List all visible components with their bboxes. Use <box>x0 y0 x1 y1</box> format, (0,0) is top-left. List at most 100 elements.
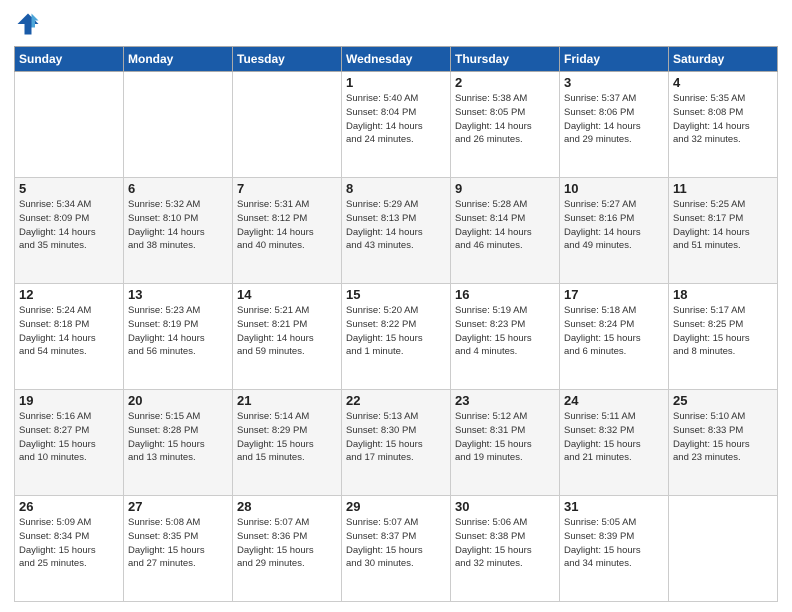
day-cell: 26Sunrise: 5:09 AM Sunset: 8:34 PM Dayli… <box>15 496 124 602</box>
weekday-header-row: SundayMondayTuesdayWednesdayThursdayFrid… <box>15 47 778 72</box>
week-row-4: 19 Sunrise: 5:16 AM Sunset: 8:27 PM Dayli… <box>15 390 778 496</box>
day-number: 26 <box>19 499 119 514</box>
day-number: 7 <box>237 181 337 196</box>
day-number: 19 <box>19 393 119 408</box>
week-row-5: 26Sunrise: 5:09 AM Sunset: 8:34 PM Dayli… <box>15 496 778 602</box>
day-info: Sunrise: 5:06 AM Sunset: 8:38 PM Dayligh… <box>455 516 555 571</box>
logo-icon <box>14 10 42 38</box>
day-info: Sunrise: 5:16 AM Sunset: 8:27 PM Dayligh… <box>19 410 119 465</box>
day-info: Sunrise: 5:17 AM Sunset: 8:25 PM Dayligh… <box>673 304 773 359</box>
day-number: 8 <box>346 181 446 196</box>
day-info: Sunrise: 5:12 AM Sunset: 8:31 PM Dayligh… <box>455 410 555 465</box>
day-number: 1 <box>346 75 446 90</box>
day-cell: 17 Sunrise: 5:18 AM Sunset: 8:24 PM Dayli… <box>560 284 669 390</box>
day-cell: 28 Sunrise: 5:07 AM Sunset: 8:36 PM Dayli… <box>233 496 342 602</box>
day-cell <box>15 72 124 178</box>
day-info: Sunrise: 5:18 AM Sunset: 8:24 PM Dayligh… <box>564 304 664 359</box>
day-cell: 13 Sunrise: 5:23 AM Sunset: 8:19 PM Dayli… <box>124 284 233 390</box>
day-cell: 18Sunrise: 5:17 AM Sunset: 8:25 PM Dayli… <box>669 284 778 390</box>
day-cell: 14 Sunrise: 5:21 AM Sunset: 8:21 PM Dayli… <box>233 284 342 390</box>
day-cell: 3 Sunrise: 5:37 AM Sunset: 8:06 PM Daylig… <box>560 72 669 178</box>
day-cell: 19 Sunrise: 5:16 AM Sunset: 8:27 PM Dayli… <box>15 390 124 496</box>
day-cell: 2Sunrise: 5:38 AM Sunset: 8:05 PM Daylig… <box>451 72 560 178</box>
week-row-1: 1 Sunrise: 5:40 AM Sunset: 8:04 PM Daylig… <box>15 72 778 178</box>
day-info: Sunrise: 5:37 AM Sunset: 8:06 PM Dayligh… <box>564 92 664 147</box>
day-number: 3 <box>564 75 664 90</box>
day-number: 13 <box>128 287 228 302</box>
day-cell: 21 Sunrise: 5:14 AM Sunset: 8:29 PM Dayli… <box>233 390 342 496</box>
day-number: 5 <box>19 181 119 196</box>
day-info: Sunrise: 5:21 AM Sunset: 8:21 PM Dayligh… <box>237 304 337 359</box>
day-info: Sunrise: 5:07 AM Sunset: 8:37 PM Dayligh… <box>346 516 446 571</box>
day-number: 11 <box>673 181 773 196</box>
day-info: Sunrise: 5:31 AM Sunset: 8:12 PM Dayligh… <box>237 198 337 253</box>
day-number: 28 <box>237 499 337 514</box>
day-number: 15 <box>346 287 446 302</box>
day-info: Sunrise: 5:38 AM Sunset: 8:05 PM Dayligh… <box>455 92 555 147</box>
day-number: 20 <box>128 393 228 408</box>
day-info: Sunrise: 5:24 AM Sunset: 8:18 PM Dayligh… <box>19 304 119 359</box>
day-info: Sunrise: 5:13 AM Sunset: 8:30 PM Dayligh… <box>346 410 446 465</box>
header <box>14 10 778 38</box>
day-number: 27 <box>128 499 228 514</box>
weekday-header-sunday: Sunday <box>15 47 124 72</box>
day-cell: 4 Sunrise: 5:35 AM Sunset: 8:08 PM Daylig… <box>669 72 778 178</box>
day-number: 10 <box>564 181 664 196</box>
day-cell: 23 Sunrise: 5:12 AM Sunset: 8:31 PM Dayli… <box>451 390 560 496</box>
day-info: Sunrise: 5:25 AM Sunset: 8:17 PM Dayligh… <box>673 198 773 253</box>
day-number: 16 <box>455 287 555 302</box>
day-info: Sunrise: 5:35 AM Sunset: 8:08 PM Dayligh… <box>673 92 773 147</box>
day-number: 14 <box>237 287 337 302</box>
week-row-2: 5 Sunrise: 5:34 AM Sunset: 8:09 PM Daylig… <box>15 178 778 284</box>
day-info: Sunrise: 5:27 AM Sunset: 8:16 PM Dayligh… <box>564 198 664 253</box>
weekday-header-thursday: Thursday <box>451 47 560 72</box>
day-cell: 9Sunrise: 5:28 AM Sunset: 8:14 PM Daylig… <box>451 178 560 284</box>
day-info: Sunrise: 5:14 AM Sunset: 8:29 PM Dayligh… <box>237 410 337 465</box>
day-info: Sunrise: 5:15 AM Sunset: 8:28 PM Dayligh… <box>128 410 228 465</box>
day-cell: 5 Sunrise: 5:34 AM Sunset: 8:09 PM Daylig… <box>15 178 124 284</box>
day-info: Sunrise: 5:23 AM Sunset: 8:19 PM Dayligh… <box>128 304 228 359</box>
day-info: Sunrise: 5:07 AM Sunset: 8:36 PM Dayligh… <box>237 516 337 571</box>
weekday-header-saturday: Saturday <box>669 47 778 72</box>
day-cell: 30Sunrise: 5:06 AM Sunset: 8:38 PM Dayli… <box>451 496 560 602</box>
day-info: Sunrise: 5:19 AM Sunset: 8:23 PM Dayligh… <box>455 304 555 359</box>
weekday-header-wednesday: Wednesday <box>342 47 451 72</box>
day-cell: 29Sunrise: 5:07 AM Sunset: 8:37 PM Dayli… <box>342 496 451 602</box>
day-cell: 1 Sunrise: 5:40 AM Sunset: 8:04 PM Daylig… <box>342 72 451 178</box>
day-info: Sunrise: 5:11 AM Sunset: 8:32 PM Dayligh… <box>564 410 664 465</box>
day-number: 21 <box>237 393 337 408</box>
page: SundayMondayTuesdayWednesdayThursdayFrid… <box>0 0 792 612</box>
day-info: Sunrise: 5:08 AM Sunset: 8:35 PM Dayligh… <box>128 516 228 571</box>
day-number: 25 <box>673 393 773 408</box>
calendar: SundayMondayTuesdayWednesdayThursdayFrid… <box>14 46 778 602</box>
day-info: Sunrise: 5:34 AM Sunset: 8:09 PM Dayligh… <box>19 198 119 253</box>
day-number: 31 <box>564 499 664 514</box>
day-number: 12 <box>19 287 119 302</box>
logo <box>14 10 46 38</box>
day-cell: 12 Sunrise: 5:24 AM Sunset: 8:18 PM Dayli… <box>15 284 124 390</box>
day-number: 6 <box>128 181 228 196</box>
day-number: 23 <box>455 393 555 408</box>
day-info: Sunrise: 5:29 AM Sunset: 8:13 PM Dayligh… <box>346 198 446 253</box>
day-cell: 22 Sunrise: 5:13 AM Sunset: 8:30 PM Dayli… <box>342 390 451 496</box>
day-cell: 20 Sunrise: 5:15 AM Sunset: 8:28 PM Dayli… <box>124 390 233 496</box>
weekday-header-monday: Monday <box>124 47 233 72</box>
day-cell: 15 Sunrise: 5:20 AM Sunset: 8:22 PM Dayli… <box>342 284 451 390</box>
day-cell: 7 Sunrise: 5:31 AM Sunset: 8:12 PM Daylig… <box>233 178 342 284</box>
day-cell: 27 Sunrise: 5:08 AM Sunset: 8:35 PM Dayli… <box>124 496 233 602</box>
day-number: 22 <box>346 393 446 408</box>
day-number: 4 <box>673 75 773 90</box>
weekday-header-friday: Friday <box>560 47 669 72</box>
day-info: Sunrise: 5:40 AM Sunset: 8:04 PM Dayligh… <box>346 92 446 147</box>
day-cell: 25Sunrise: 5:10 AM Sunset: 8:33 PM Dayli… <box>669 390 778 496</box>
day-cell <box>669 496 778 602</box>
day-cell: 11 Sunrise: 5:25 AM Sunset: 8:17 PM Dayli… <box>669 178 778 284</box>
day-cell: 24 Sunrise: 5:11 AM Sunset: 8:32 PM Dayli… <box>560 390 669 496</box>
day-cell <box>124 72 233 178</box>
day-info: Sunrise: 5:20 AM Sunset: 8:22 PM Dayligh… <box>346 304 446 359</box>
day-number: 17 <box>564 287 664 302</box>
day-cell: 16 Sunrise: 5:19 AM Sunset: 8:23 PM Dayli… <box>451 284 560 390</box>
day-number: 24 <box>564 393 664 408</box>
day-cell: 31 Sunrise: 5:05 AM Sunset: 8:39 PM Dayli… <box>560 496 669 602</box>
day-info: Sunrise: 5:05 AM Sunset: 8:39 PM Dayligh… <box>564 516 664 571</box>
